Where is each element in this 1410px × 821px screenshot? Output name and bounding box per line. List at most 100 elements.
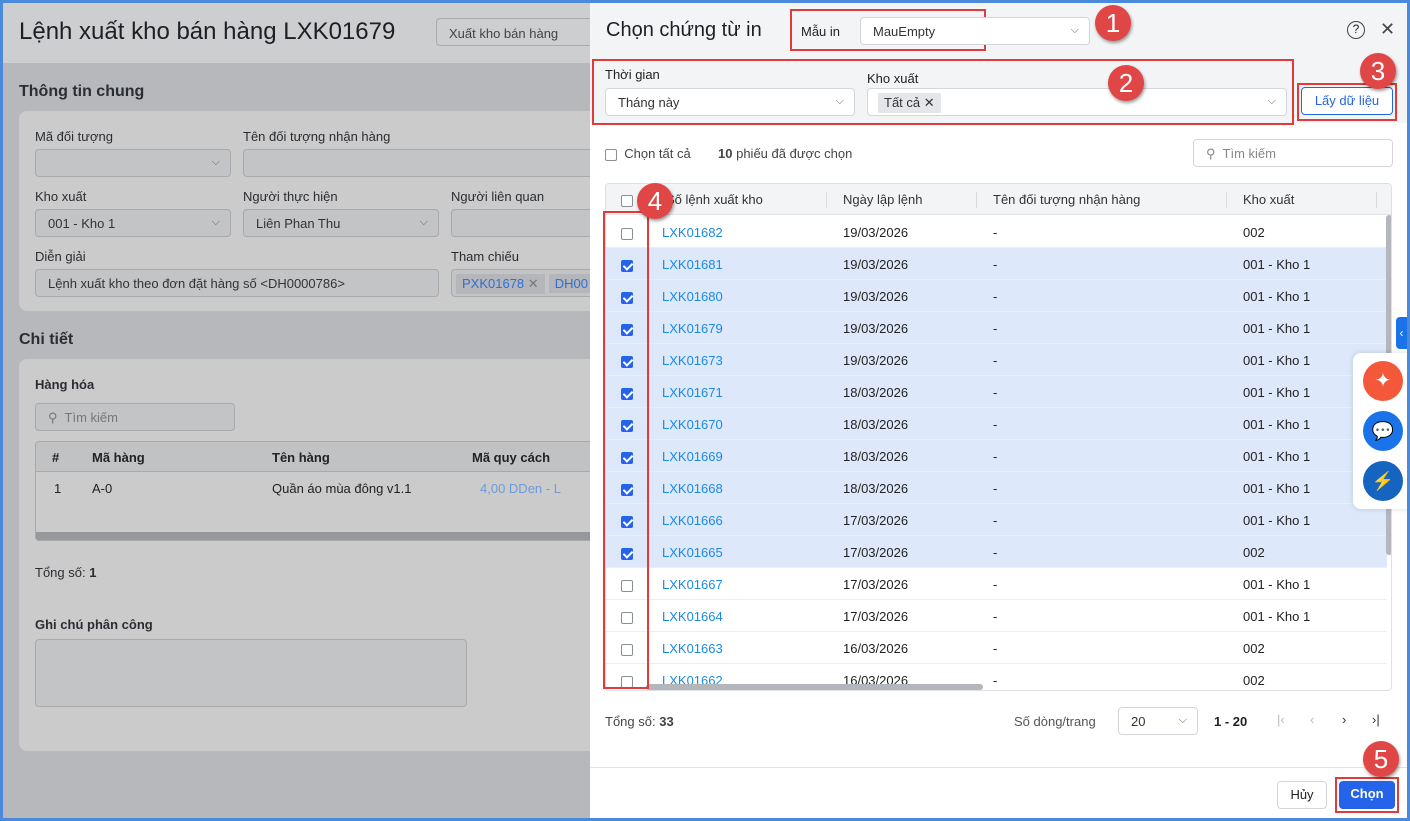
cell-warehouse: 001 - Kho 1	[1243, 577, 1311, 592]
select-all[interactable]: Chọn tất cả	[605, 146, 691, 161]
select-all-checkbox[interactable]	[605, 148, 617, 161]
total-value: 33	[659, 714, 674, 729]
cell-date: 17/03/2026	[843, 545, 909, 560]
choose-button[interactable]: Chọn	[1339, 781, 1395, 809]
voucher-code-link[interactable]: LXK01670	[662, 417, 723, 432]
chevron-down-icon: ⌵	[419, 216, 428, 228]
table-row[interactable]: LXK01665 17/03/2026 - 002	[606, 536, 1387, 568]
ten-doi-tuong-input[interactable]	[243, 149, 643, 177]
note-textarea[interactable]	[35, 639, 467, 707]
table-row[interactable]: LXK01667 17/03/2026 - 001 - Kho 1	[606, 568, 1387, 600]
search-placeholder: Tìm kiếm	[1222, 146, 1276, 161]
voucher-code-link[interactable]: LXK01666	[662, 513, 723, 528]
voucher-code-link[interactable]: LXK01664	[662, 609, 723, 624]
cell-date: 19/03/2026	[843, 225, 909, 240]
chevron-down-icon: ⌵	[211, 216, 220, 228]
table-row[interactable]: LXK01666 17/03/2026 - 001 - Kho 1	[606, 504, 1387, 536]
col-code[interactable]: Số lệnh xuất kho	[666, 192, 763, 207]
cell-recipient: -	[993, 417, 998, 432]
lightbulb-icon[interactable]: ⚡	[1363, 461, 1403, 501]
header-checkbox[interactable]	[621, 192, 633, 207]
goods-search-input[interactable]: ⚲ Tìm kiếm	[35, 403, 235, 431]
goods-table: # Mã hàng Tên hàng Mã quy cách 1 A-0 Quầ…	[35, 441, 595, 541]
table-row[interactable]: LXK01668 18/03/2026 - 001 - Kho 1	[606, 472, 1387, 504]
page-range: 1 - 20	[1214, 714, 1248, 729]
horizontal-scrollbar[interactable]	[36, 532, 594, 540]
ma-doi-tuong-select[interactable]: ⌵	[35, 149, 231, 177]
chevron-down-icon: ⌵	[1267, 95, 1276, 107]
close-icon[interactable]: ✕	[528, 276, 539, 291]
voucher-code-link[interactable]: LXK01667	[662, 577, 723, 592]
voucher-code-link[interactable]: LXK01681	[662, 257, 723, 272]
template-select[interactable]: MauEmpty ⌵	[860, 17, 1090, 45]
label-dien-giai: Diễn giải	[35, 249, 86, 264]
cell-warehouse: 001 - Kho 1	[1243, 481, 1311, 496]
annotation-badge-3: 3	[1360, 53, 1396, 89]
first-page-icon[interactable]: |‹	[1277, 712, 1285, 727]
voucher-code-link[interactable]: LXK01671	[662, 385, 723, 400]
total-label: Tổng số:	[35, 565, 86, 580]
table-row[interactable]: LXK01669 18/03/2026 - 001 - Kho 1	[606, 440, 1387, 472]
next-page-icon[interactable]: ›	[1342, 712, 1346, 727]
cell-date: 18/03/2026	[843, 481, 909, 496]
voucher-code-link[interactable]: LXK01673	[662, 353, 723, 368]
annotation-badge-4: 4	[637, 183, 673, 219]
chevron-down-icon: ⌵	[1178, 714, 1187, 726]
cancel-button[interactable]: Hủy	[1277, 781, 1327, 809]
table-row[interactable]: LXK01671 18/03/2026 - 001 - Kho 1	[606, 376, 1387, 408]
chevron-down-icon: ⌵	[835, 95, 844, 107]
voucher-code-link[interactable]: LXK01665	[662, 545, 723, 560]
dialog-total: Tổng số: 33	[605, 714, 674, 729]
table-row[interactable]: LXK01682 19/03/2026 - 002	[606, 216, 1387, 248]
template-label: Mẫu in	[801, 24, 841, 39]
time-label: Thời gian	[605, 67, 660, 82]
search-icon: ⚲	[1206, 146, 1216, 161]
close-icon[interactable]: ✕	[924, 95, 935, 110]
table-row[interactable]: LXK01673 19/03/2026 - 001 - Kho 1	[606, 344, 1387, 376]
rows-per-page-select[interactable]: 20 ⌵	[1118, 707, 1198, 735]
table-row[interactable]: LXK01679 19/03/2026 - 001 - Kho 1	[606, 312, 1387, 344]
rows-per-page-value: 20	[1131, 714, 1146, 729]
voucher-code-link[interactable]: LXK01679	[662, 321, 723, 336]
voucher-code-link[interactable]: LXK01680	[662, 289, 723, 304]
voucher-code-link[interactable]: LXK01663	[662, 641, 723, 656]
ai-sparkle-icon[interactable]: ✦	[1363, 361, 1403, 401]
table-row[interactable]: LXK01680 19/03/2026 - 001 - Kho 1	[606, 280, 1387, 312]
voucher-code-link[interactable]: LXK01668	[662, 481, 723, 496]
collapse-panel-tab[interactable]: ‹	[1396, 317, 1407, 349]
nguoi-thuc-hien-select[interactable]: Liên Phan Thu ⌵	[243, 209, 439, 237]
dialog-search-input[interactable]: ⚲ Tìm kiếm	[1193, 139, 1393, 167]
help-icon[interactable]: ?	[1347, 21, 1365, 39]
voucher-code-link[interactable]: LXK01682	[662, 225, 723, 240]
voucher-code-link[interactable]: LXK01669	[662, 449, 723, 464]
cell-warehouse: 002	[1243, 673, 1265, 688]
cell-spec[interactable]: 4,00 DDen - L	[480, 481, 561, 496]
reference-tag[interactable]: PXK01678 ✕	[456, 274, 545, 294]
dien-giai-input[interactable]: Lệnh xuất kho theo đơn đặt hàng số <DH00…	[35, 269, 439, 297]
annotation-badge-1: 1	[1095, 5, 1131, 41]
table-row[interactable]: LXK01663 16/03/2026 - 002	[606, 632, 1387, 664]
col-recipient[interactable]: Tên đối tượng nhận hàng	[993, 192, 1140, 207]
chat-icon[interactable]: 💬	[1363, 411, 1403, 451]
warehouse-select[interactable]: Tất cả ✕ ⌵	[867, 88, 1287, 116]
col-date[interactable]: Ngày lập lệnh	[843, 192, 923, 207]
col-warehouse[interactable]: Kho xuất	[1243, 192, 1294, 207]
reference-tag[interactable]: DH00	[548, 274, 594, 293]
last-page-icon[interactable]: ›|	[1372, 712, 1380, 727]
cell-warehouse: 001 - Kho 1	[1243, 289, 1311, 304]
prev-page-icon[interactable]: ‹	[1310, 712, 1314, 727]
table-row[interactable]: LXK01681 19/03/2026 - 001 - Kho 1	[606, 248, 1387, 280]
horizontal-scrollbar[interactable]	[646, 684, 983, 690]
table-row[interactable]: LXK01664 17/03/2026 - 001 - Kho 1	[606, 600, 1387, 632]
label-ma-doi-tuong: Mã đối tượng	[35, 129, 113, 144]
label-ten-doi-tuong: Tên đối tượng nhận hàng	[243, 129, 391, 144]
close-icon[interactable]: ✕	[1380, 19, 1395, 40]
background-page: Lệnh xuất kho bán hàng LXK01679 Xuất kho…	[3, 3, 647, 818]
voucher-type-select[interactable]: Xuất kho bán hàng	[436, 18, 596, 46]
cell-date: 17/03/2026	[843, 513, 909, 528]
table-row[interactable]: LXK01670 18/03/2026 - 001 - Kho 1	[606, 408, 1387, 440]
fetch-data-button[interactable]: Lấy dữ liệu	[1301, 87, 1393, 115]
table-row[interactable]: 1 A-0 Quần áo mùa đông v1.1 4,00 DDen - …	[36, 472, 594, 504]
kho-xuat-select[interactable]: 001 - Kho 1 ⌵	[35, 209, 231, 237]
time-select[interactable]: Tháng này ⌵	[605, 88, 855, 116]
